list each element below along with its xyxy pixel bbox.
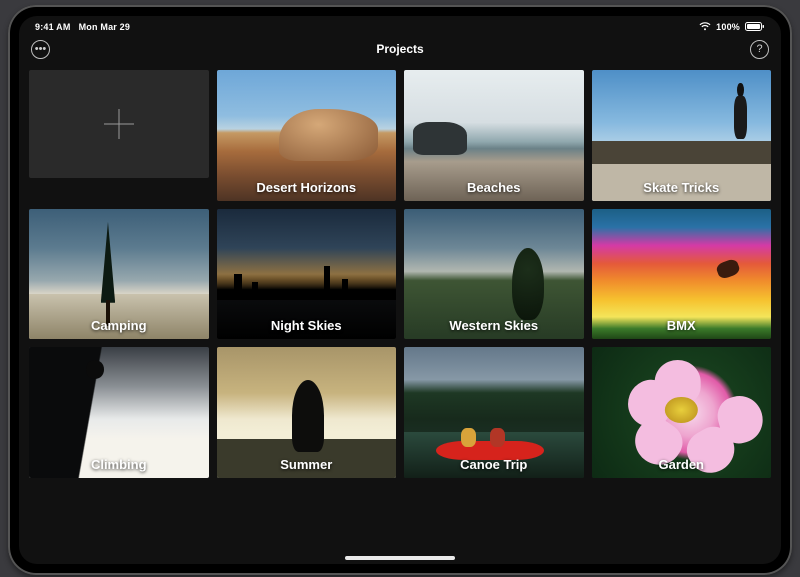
project-title: Night Skies — [217, 318, 397, 333]
project-tile[interactable]: Night Skies — [217, 209, 397, 340]
project-title: BMX — [592, 318, 772, 333]
project-tile[interactable]: Western Skies — [404, 209, 584, 340]
project-title: Climbing — [29, 457, 209, 472]
screen: 9:41 AM Mon Mar 29 100% ••• Projects ? — [19, 16, 781, 564]
project-title: Canoe Trip — [404, 457, 584, 472]
ipad-frame: 9:41 AM Mon Mar 29 100% ••• Projects ? — [8, 5, 792, 575]
battery-icon — [745, 22, 765, 31]
status-bar: 9:41 AM Mon Mar 29 100% — [19, 16, 781, 34]
project-tile[interactable]: Garden — [592, 347, 772, 478]
project-title: Garden — [592, 457, 772, 472]
project-title: Skate Tricks — [592, 180, 772, 195]
project-title: Summer — [217, 457, 397, 472]
status-right: 100% — [699, 22, 765, 32]
nav-bar: ••• Projects ? — [19, 34, 781, 64]
project-tile[interactable]: Summer — [217, 347, 397, 478]
status-time: 9:41 AM — [35, 22, 71, 32]
wifi-icon — [699, 22, 711, 31]
ellipsis-icon: ••• — [35, 44, 47, 55]
projects-grid: Desert Horizons Beaches Skate Tricks Cam… — [19, 64, 781, 484]
help-button[interactable]: ? — [750, 40, 769, 59]
project-tile[interactable]: Beaches — [404, 70, 584, 201]
project-tile[interactable]: Canoe Trip — [404, 347, 584, 478]
status-date: Mon Mar 29 — [79, 22, 131, 32]
project-title: Western Skies — [404, 318, 584, 333]
status-left: 9:41 AM Mon Mar 29 — [35, 22, 130, 32]
project-title: Camping — [29, 318, 209, 333]
battery-percentage: 100% — [716, 22, 740, 32]
question-icon: ? — [756, 44, 762, 55]
more-button[interactable]: ••• — [31, 40, 50, 59]
project-tile[interactable]: Skate Tricks — [592, 70, 772, 201]
project-title: Desert Horizons — [217, 180, 397, 195]
project-tile[interactable]: BMX — [592, 209, 772, 340]
page-title: Projects — [19, 42, 781, 56]
new-project-tile[interactable] — [29, 70, 209, 178]
project-title: Beaches — [404, 180, 584, 195]
plus-icon — [104, 109, 134, 139]
project-tile[interactable]: Climbing — [29, 347, 209, 478]
home-indicator[interactable] — [345, 556, 455, 560]
project-tile[interactable]: Desert Horizons — [217, 70, 397, 201]
project-tile[interactable]: Camping — [29, 209, 209, 340]
